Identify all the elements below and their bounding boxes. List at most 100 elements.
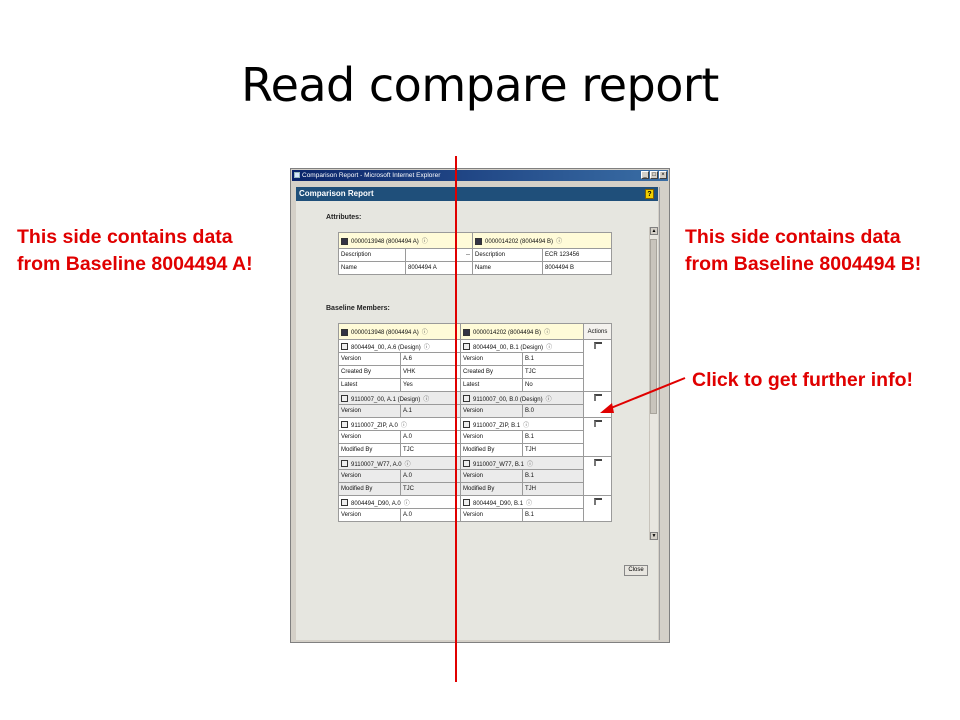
compare-action-cell (583, 456, 613, 496)
member-right-title: 9110007_00, B.0 (Design) ⓘ (459, 391, 585, 405)
slide-title: Read compare report (241, 58, 719, 112)
cell: Version (338, 430, 401, 444)
info-icon[interactable]: ⓘ (556, 239, 562, 245)
member-left-title: 9110007_W77, A.0 ⓘ (338, 456, 461, 470)
cell: TJC (400, 482, 461, 496)
table-row: Version A.6 Version B.1 (338, 352, 612, 366)
member-left-title: 8004494_00, A.6 (Design) ⓘ (338, 339, 461, 353)
member-right-title: 9110007_ZIP, B.1 ⓘ (459, 417, 585, 431)
cell: Version (460, 508, 523, 522)
cell: TJH (521, 482, 585, 496)
cell: Modified By (338, 482, 401, 496)
side-divider-line (455, 156, 457, 682)
info-icon[interactable]: ⓘ (423, 397, 429, 403)
cell: Name (338, 261, 406, 275)
cell: B.1 (521, 508, 585, 522)
note-left-side: This side contains data from Baseline 80… (17, 224, 253, 278)
report-content[interactable]: Attributes: 0000013948 (8004494 A) ⓘ 0000… (296, 201, 658, 640)
cell: VHK (400, 365, 461, 379)
info-icon[interactable]: ⓘ (523, 423, 529, 429)
cell: Created By (460, 365, 523, 379)
member-right-title: 8004494_D90, B.1 ⓘ (459, 495, 585, 509)
scroll-up-arrow[interactable]: ▲ (650, 227, 658, 235)
maximize-button[interactable]: □ (650, 171, 658, 179)
info-icon[interactable]: ⓘ (401, 423, 407, 429)
cell: B.1 (521, 352, 585, 366)
cell: Latest (460, 378, 523, 392)
cell: Description (472, 248, 543, 262)
info-icon[interactable]: ⓘ (424, 345, 430, 351)
info-icon[interactable]: ⓘ (422, 330, 428, 336)
attributes-label: Attributes: (326, 214, 362, 221)
members-left-header: 0000013948 (8004494 A) ⓘ (338, 323, 461, 340)
info-icon[interactable]: ⓘ (546, 397, 552, 403)
member-group-header: 9110007_ZIP, A.0 ⓘ 9110007_ZIP, B.1 ⓘ (338, 417, 613, 457)
member-left-title: 9110007_ZIP, A.0 ⓘ (338, 417, 461, 431)
table-row: Modified By TJC Modified By TJH (338, 482, 612, 496)
cell: TJC (521, 365, 585, 379)
members-right-header: 0000014202 (8004494 B) ⓘ (459, 323, 585, 340)
window-title: Comparison Report - Microsoft Internet E… (302, 172, 441, 179)
table-row: Latest Yes Latest No (338, 378, 612, 392)
cell: A.0 (400, 469, 461, 483)
help-button[interactable]: ? (645, 189, 654, 199)
cell: A.1 (400, 404, 461, 418)
cell: Created By (338, 365, 401, 379)
member-right-title: 9110007_W77, B.1 ⓘ (459, 456, 585, 470)
document-icon (341, 421, 348, 429)
cell: Version (460, 430, 523, 444)
baseline-icon (341, 237, 348, 245)
attr-right-header: 0000014202 (8004494 B) ⓘ (471, 232, 613, 249)
note-right-side: This side contains data from Baseline 80… (685, 224, 921, 278)
part-icon (463, 395, 470, 403)
cell: A.0 (400, 508, 461, 522)
compare-action-icon[interactable] (593, 342, 602, 349)
ie-icon (294, 172, 300, 178)
cell: B.1 (521, 430, 585, 444)
cell: Modified By (338, 443, 401, 457)
cell: A.0 (400, 430, 461, 444)
info-icon[interactable]: ⓘ (422, 239, 428, 245)
part-icon (463, 343, 470, 351)
table-row: Version A.0 Version B.1 (338, 469, 612, 483)
info-icon[interactable]: ⓘ (527, 462, 533, 468)
close-window-button[interactable]: × (659, 171, 667, 179)
note-right-line1: This side contains data (685, 226, 901, 248)
info-icon[interactable]: ⓘ (404, 501, 410, 507)
minimize-button[interactable]: _ (641, 171, 649, 179)
cell: Version (338, 404, 401, 418)
table-row: Version A.0 Version B.1 (338, 430, 612, 444)
table-row: Created By VHK Created By TJC (338, 365, 612, 379)
compare-action-icon[interactable] (593, 498, 602, 505)
member-group-header: 9110007_00, A.1 (Design) ⓘ 9110007_00, B.… (338, 391, 613, 418)
baseline-icon (341, 328, 348, 336)
cell: Description (338, 248, 406, 262)
cell: B.1 (521, 469, 585, 483)
member-group-header: 8004494_D90, A.0 ⓘ 8004494_D90, B.1 ⓘ (338, 495, 613, 522)
member-left-title: 9110007_00, A.1 (Design) ⓘ (338, 391, 461, 405)
note-left-line1: This side contains data (17, 226, 233, 248)
document-icon (463, 460, 470, 468)
part-icon (341, 343, 348, 351)
member-group-header: 9110007_W77, A.0 ⓘ 9110007_W77, B.1 ⓘ (338, 456, 613, 496)
window-controls: _ □ × (641, 171, 667, 179)
window-titlebar: Comparison Report - Microsoft Internet E… (292, 170, 668, 181)
info-icon[interactable]: ⓘ (546, 345, 552, 351)
close-button[interactable]: Close (624, 565, 648, 576)
info-icon[interactable]: ⓘ (405, 462, 411, 468)
info-icon[interactable]: ⓘ (526, 501, 532, 507)
cell: Name (472, 261, 543, 275)
compare-action-icon[interactable] (593, 420, 602, 427)
cell: Latest (338, 378, 401, 392)
compare-action-icon[interactable] (593, 459, 602, 466)
cell: Version (338, 508, 401, 522)
info-icon[interactable]: ⓘ (544, 330, 550, 336)
baseline-icon (463, 328, 470, 336)
table-row: Name 8004494 A Name 8004494 B (338, 261, 613, 275)
cell: ECR 123456 (541, 248, 613, 262)
table-row: Version A.1 Version B.0 (338, 404, 612, 418)
document-icon (341, 499, 348, 507)
note-further-info: Click to get further info! (692, 369, 913, 391)
scroll-down-arrow[interactable]: ▼ (650, 532, 658, 540)
member-left-title: 8004494_D90, A.0 ⓘ (338, 495, 461, 509)
